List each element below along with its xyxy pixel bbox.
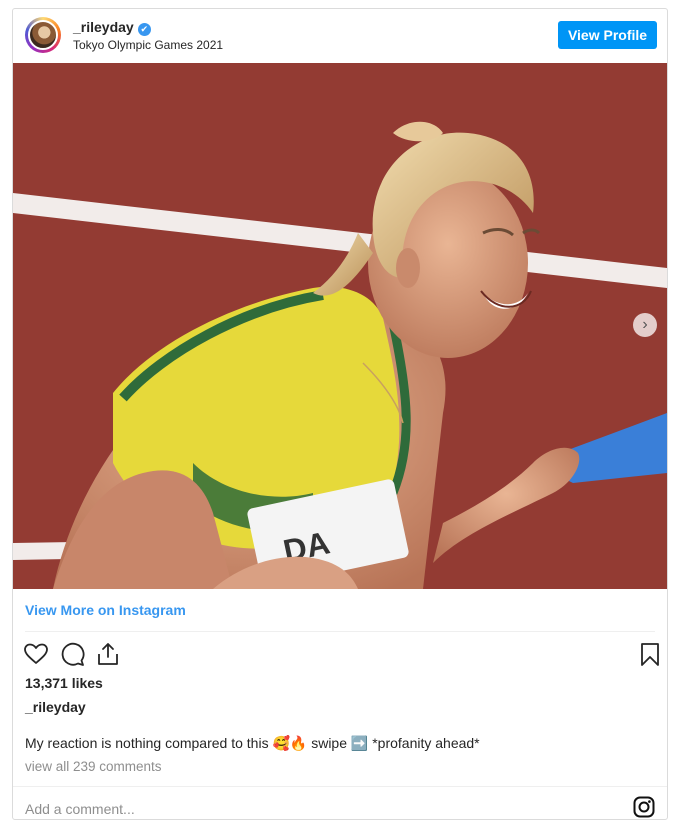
- action-bar: [23, 641, 659, 667]
- username[interactable]: _rileyday: [73, 19, 134, 35]
- share-icon[interactable]: [95, 641, 121, 667]
- heart-icon[interactable]: [23, 641, 49, 667]
- divider: [25, 631, 655, 632]
- avatar[interactable]: [25, 17, 61, 53]
- view-all-comments-link[interactable]: view all 239 comments: [25, 759, 162, 774]
- location[interactable]: Tokyo Olympic Games 2021: [73, 38, 223, 52]
- comment-bubble-icon[interactable]: [59, 641, 85, 667]
- username-row[interactable]: _rileyday ✔: [73, 19, 151, 36]
- instagram-icon[interactable]: [633, 796, 655, 818]
- view-more-link[interactable]: View More on Instagram: [25, 602, 186, 618]
- next-image-arrow-icon[interactable]: ›: [633, 313, 657, 337]
- avatar-image: [28, 20, 58, 50]
- add-comment-input[interactable]: Add a comment...: [25, 801, 135, 817]
- caption-text: My reaction is nothing compared to this …: [25, 735, 480, 751]
- view-profile-button[interactable]: View Profile: [558, 21, 657, 49]
- verified-badge-icon: ✔: [137, 23, 151, 36]
- likes-count[interactable]: 13,371 likes: [25, 675, 103, 691]
- athlete-photo-illustration: DA: [13, 63, 667, 589]
- divider: [13, 786, 667, 787]
- post-header: _rileyday ✔ Tokyo Olympic Games 2021 View…: [13, 9, 667, 63]
- post-photo[interactable]: DA ›: [13, 63, 667, 589]
- bookmark-icon[interactable]: [637, 641, 663, 667]
- instagram-embed-card: _rileyday ✔ Tokyo Olympic Games 2021 View…: [12, 8, 668, 820]
- caption-username[interactable]: _rileyday: [25, 699, 86, 715]
